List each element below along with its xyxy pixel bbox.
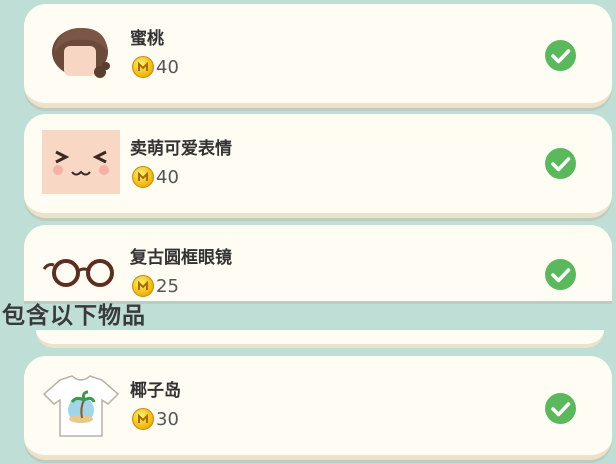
coin-icon	[132, 56, 154, 78]
hairstyle-icon	[42, 22, 120, 86]
check-icon	[545, 148, 576, 179]
list-item[interactable]: 卖萌可爱表情 40	[24, 114, 612, 218]
coin-icon	[132, 408, 154, 430]
item-price: 40	[132, 166, 179, 188]
list-item[interactable]: 蜜桃 40	[24, 4, 612, 108]
check-icon	[545, 259, 576, 290]
tshirt-icon	[42, 374, 120, 438]
check-icon	[545, 393, 576, 424]
check-icon	[545, 40, 576, 71]
price-value: 30	[156, 408, 179, 430]
item-name: 复古圆框眼镜	[130, 248, 232, 268]
item-price: 40	[132, 56, 179, 78]
section-label: 包含以下物品	[2, 303, 146, 329]
item-price: 25	[132, 275, 179, 297]
price-value: 40	[156, 56, 179, 78]
cute-face-icon	[42, 130, 120, 194]
card-edge	[36, 330, 604, 348]
coin-icon	[132, 275, 154, 297]
price-value: 40	[156, 166, 179, 188]
list-item[interactable]: 椰子岛 30	[24, 356, 612, 460]
item-name: 椰子岛	[130, 381, 181, 401]
list-item[interactable]: 复古圆框眼镜 25	[24, 225, 612, 301]
item-name: 蜜桃	[130, 29, 164, 49]
price-value: 25	[156, 275, 179, 297]
item-name: 卖萌可爱表情	[130, 139, 232, 159]
coin-icon	[132, 166, 154, 188]
item-price: 30	[132, 408, 179, 430]
